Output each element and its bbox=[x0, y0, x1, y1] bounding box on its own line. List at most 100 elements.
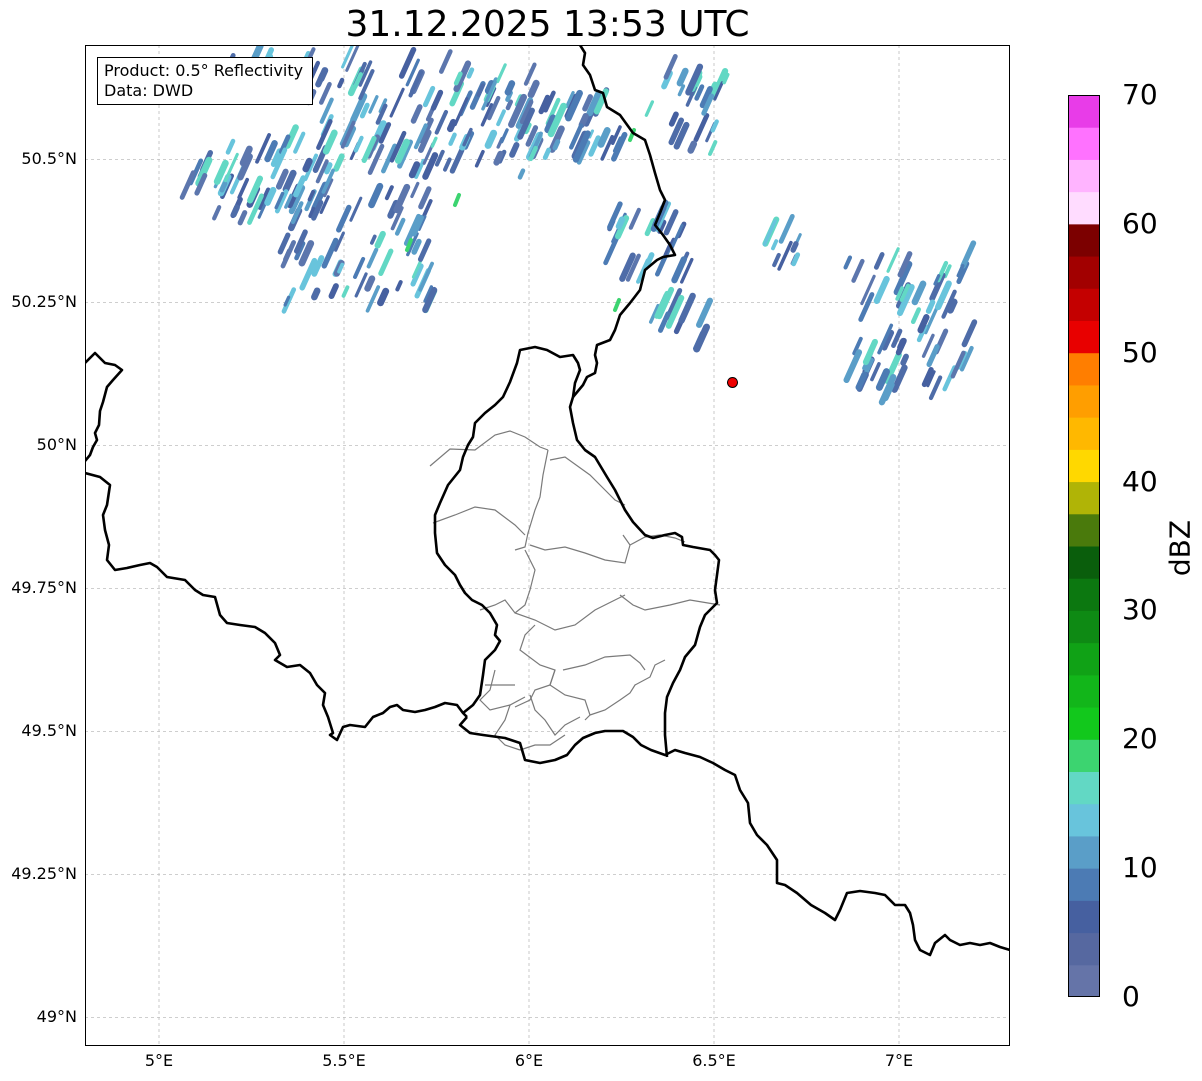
radar-echo bbox=[693, 113, 710, 143]
radar-echo bbox=[900, 353, 909, 366]
radar-echo bbox=[333, 153, 345, 172]
radar-echo bbox=[644, 100, 655, 117]
radar-echo bbox=[668, 111, 679, 127]
radar-echo bbox=[676, 67, 689, 87]
colorbar bbox=[1068, 95, 1100, 997]
radar-echo bbox=[317, 67, 329, 83]
radar-echo bbox=[337, 77, 345, 89]
colorbar-segment bbox=[1068, 739, 1100, 772]
radar-echo bbox=[394, 217, 406, 236]
radar-echo bbox=[891, 364, 908, 393]
colorbar-segment bbox=[1068, 578, 1100, 611]
radar-echo bbox=[377, 287, 390, 307]
radar-echo bbox=[366, 247, 379, 269]
y-tick-label: 49°N bbox=[36, 1007, 77, 1027]
map-plot-area[interactable] bbox=[85, 45, 1010, 1046]
radar-echo bbox=[694, 84, 705, 101]
radar-echo bbox=[341, 285, 350, 298]
radar-echo bbox=[422, 286, 438, 313]
radar-echo bbox=[447, 118, 457, 133]
colorbar-segment bbox=[1068, 417, 1100, 450]
radar-echo bbox=[321, 237, 339, 269]
radar-echo bbox=[438, 49, 453, 74]
radar-echo bbox=[875, 368, 890, 391]
radar-echo bbox=[858, 292, 875, 322]
radar-echo bbox=[496, 63, 507, 84]
radar-echo bbox=[484, 129, 498, 149]
radar-echo bbox=[696, 297, 714, 328]
radar-echo bbox=[353, 256, 366, 279]
radar-echo bbox=[527, 79, 540, 99]
y-tick-label: 50.5°N bbox=[21, 149, 77, 169]
radar-echo bbox=[354, 272, 368, 298]
radar-echo bbox=[928, 375, 943, 401]
colorbar-segment bbox=[1068, 964, 1100, 997]
colorbar-segment bbox=[1068, 320, 1100, 354]
radar-echo bbox=[225, 138, 236, 155]
radar-echo bbox=[843, 349, 863, 384]
info-box: Product: 0.5° Reflectivity Data: DWD bbox=[97, 57, 313, 105]
radar-echo bbox=[323, 162, 333, 175]
radar-echo bbox=[910, 307, 921, 325]
colorbar-segment bbox=[1068, 481, 1100, 515]
radar-echo bbox=[615, 216, 626, 230]
radar-echo bbox=[493, 150, 504, 166]
radar-echo bbox=[873, 275, 890, 304]
radar-echo bbox=[870, 362, 881, 382]
map-title: 31.12.2025 13:53 UTC bbox=[345, 4, 750, 45]
colorbar-segment bbox=[1068, 288, 1100, 321]
x-tick-label: 7°E bbox=[884, 1051, 914, 1070]
radar-echo bbox=[453, 97, 469, 127]
radar-echo bbox=[504, 80, 516, 96]
radar-echo bbox=[434, 109, 449, 135]
colorbar-segment bbox=[1068, 384, 1100, 418]
colorbar-segment bbox=[1068, 900, 1100, 934]
radar-echo bbox=[474, 149, 485, 168]
radar-echo bbox=[449, 147, 465, 174]
radar-echo bbox=[911, 280, 927, 306]
colorbar-tick-label: 0 bbox=[1122, 980, 1140, 1013]
radar-echo bbox=[693, 323, 711, 353]
radar-echo bbox=[926, 344, 940, 368]
radar-echo bbox=[663, 209, 679, 236]
radar-echo bbox=[277, 232, 291, 255]
radar-echo bbox=[851, 258, 865, 283]
radar-site-marker[interactable] bbox=[727, 376, 738, 388]
radar-echo bbox=[496, 109, 506, 127]
colorbar-label: dBZ bbox=[1163, 519, 1197, 577]
radar-echo bbox=[517, 168, 526, 180]
radar-echo bbox=[237, 177, 250, 200]
radar-echo bbox=[264, 140, 278, 163]
radar-echo bbox=[237, 210, 248, 226]
radar-echo bbox=[369, 234, 377, 245]
radar-echo bbox=[790, 241, 799, 253]
radar-echo bbox=[378, 248, 394, 277]
radar-echo bbox=[778, 213, 795, 244]
radar-echo bbox=[843, 255, 853, 270]
colorbar-segment bbox=[1068, 256, 1100, 289]
colorbar-tick-label: 40 bbox=[1122, 464, 1158, 498]
info-product: Product: 0.5° Reflectivity bbox=[104, 61, 304, 80]
radar-echo bbox=[542, 147, 552, 161]
radar-echo bbox=[410, 104, 423, 124]
colorbar-segment bbox=[1068, 835, 1100, 869]
x-tick-label: 6°E bbox=[514, 1051, 544, 1070]
colorbar-segment bbox=[1068, 352, 1100, 386]
radar-echo bbox=[389, 87, 405, 118]
radar-echo bbox=[466, 67, 475, 79]
radar-echo bbox=[434, 149, 445, 167]
radar-echo bbox=[597, 127, 611, 148]
radar-site-dot[interactable] bbox=[727, 376, 738, 388]
radar-echo bbox=[311, 287, 321, 301]
radar-echo bbox=[772, 252, 781, 268]
radar-echo bbox=[293, 131, 306, 154]
radar-echo bbox=[771, 239, 779, 251]
colorbar-segment bbox=[1068, 159, 1100, 193]
radar-echo bbox=[448, 132, 457, 146]
radar-echo bbox=[417, 238, 432, 262]
colorbar-tick-label: 10 bbox=[1122, 851, 1158, 885]
colorbar-segment bbox=[1068, 610, 1100, 644]
radar-echo bbox=[430, 136, 438, 148]
colorbar-segment bbox=[1068, 803, 1100, 837]
y-tick-label: 50.25°N bbox=[11, 292, 77, 312]
